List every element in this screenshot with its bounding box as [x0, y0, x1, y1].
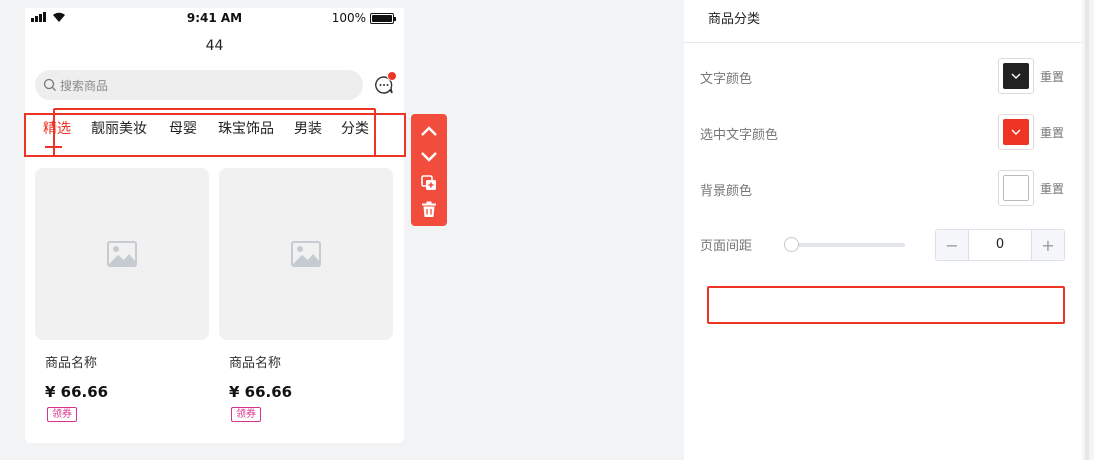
phone-preview: 9:41 AM 100% 44 搜索商品 精选 靓丽美妆 母婴 珠宝饰品 男装 … — [25, 8, 404, 443]
goods-image-placeholder — [219, 168, 393, 340]
page-title: 44 — [205, 38, 224, 54]
tabs-highlight-box — [53, 108, 376, 157]
page-margin-input[interactable]: 0 — [968, 230, 1032, 260]
page-margin-slider-handle[interactable] — [784, 237, 799, 252]
search-input[interactable]: 搜索商品 — [35, 70, 363, 100]
search-placeholder: 搜索商品 — [60, 78, 109, 93]
component-toolbar — [411, 114, 447, 226]
selected-text-color-label: 选中文字颜色 — [700, 128, 779, 143]
page-margin-label: 页面间距 — [700, 239, 753, 254]
copy-icon[interactable] — [418, 172, 440, 194]
panel-scrollbar[interactable] — [1082, 0, 1094, 460]
goods-card[interactable]: 商品名称 ¥ 66.66 领券 — [35, 168, 209, 422]
panel-highlight-box — [707, 286, 1065, 324]
image-placeholder-icon — [107, 241, 137, 267]
increment-button[interactable]: + — [1032, 230, 1064, 260]
goods-price: ¥ 66.66 — [45, 383, 109, 401]
settings-panel: 商品分类 文字颜色 重置 选中文字颜色 重置 背景颜色 重置 页面间距 − 0 … — [684, 0, 1082, 460]
background-color-reset-button[interactable]: 重置 — [1040, 180, 1064, 197]
message-badge-dot — [387, 71, 397, 81]
page-margin-stepper: − 0 + — [935, 229, 1065, 261]
chevron-down-icon[interactable] — [418, 146, 440, 168]
text-color-label: 文字颜色 — [700, 72, 753, 87]
status-bar: 9:41 AM 100% — [25, 8, 404, 28]
goods-image-placeholder — [35, 168, 209, 340]
text-color-picker[interactable] — [998, 58, 1034, 94]
goods-name: 商品名称 — [45, 356, 98, 371]
page-margin-field: 页面间距 − 0 + — [700, 229, 1066, 265]
image-placeholder-icon — [291, 241, 321, 267]
trash-icon[interactable] — [418, 198, 440, 220]
selected-text-color-picker[interactable] — [998, 114, 1034, 150]
selected-text-color-reset-button[interactable]: 重置 — [1040, 124, 1064, 141]
text-color-reset-button[interactable]: 重置 — [1040, 68, 1064, 85]
chevron-down-icon — [1011, 73, 1021, 79]
battery-icon — [370, 13, 396, 24]
selected-text-color-field: 选中文字颜色 重置 — [700, 114, 1066, 150]
background-color-picker[interactable] — [998, 170, 1034, 206]
text-color-field: 文字颜色 重置 — [700, 58, 1066, 94]
goods-name: 商品名称 — [229, 356, 282, 371]
search-row: 搜索商品 — [25, 64, 404, 108]
battery-percent: 100% — [331, 11, 366, 25]
page-margin-slider-track[interactable] — [790, 243, 905, 247]
coupon-badge[interactable]: 领券 — [231, 407, 261, 422]
goods-list: 商品名称 ¥ 66.66 领券 商品名称 ¥ 66.66 领券 — [25, 168, 404, 443]
background-color-field: 背景颜色 重置 — [700, 170, 1066, 206]
chevron-down-icon — [1011, 129, 1021, 135]
search-icon — [43, 78, 56, 91]
panel-title: 商品分类 — [684, 0, 1082, 43]
decrement-button[interactable]: − — [936, 230, 968, 260]
goods-card[interactable]: 商品名称 ¥ 66.66 领券 — [219, 168, 393, 422]
background-color-label: 背景颜色 — [700, 184, 753, 199]
goods-price: ¥ 66.66 — [229, 383, 293, 401]
chevron-up-icon[interactable] — [418, 120, 440, 142]
coupon-badge[interactable]: 领券 — [47, 407, 77, 422]
